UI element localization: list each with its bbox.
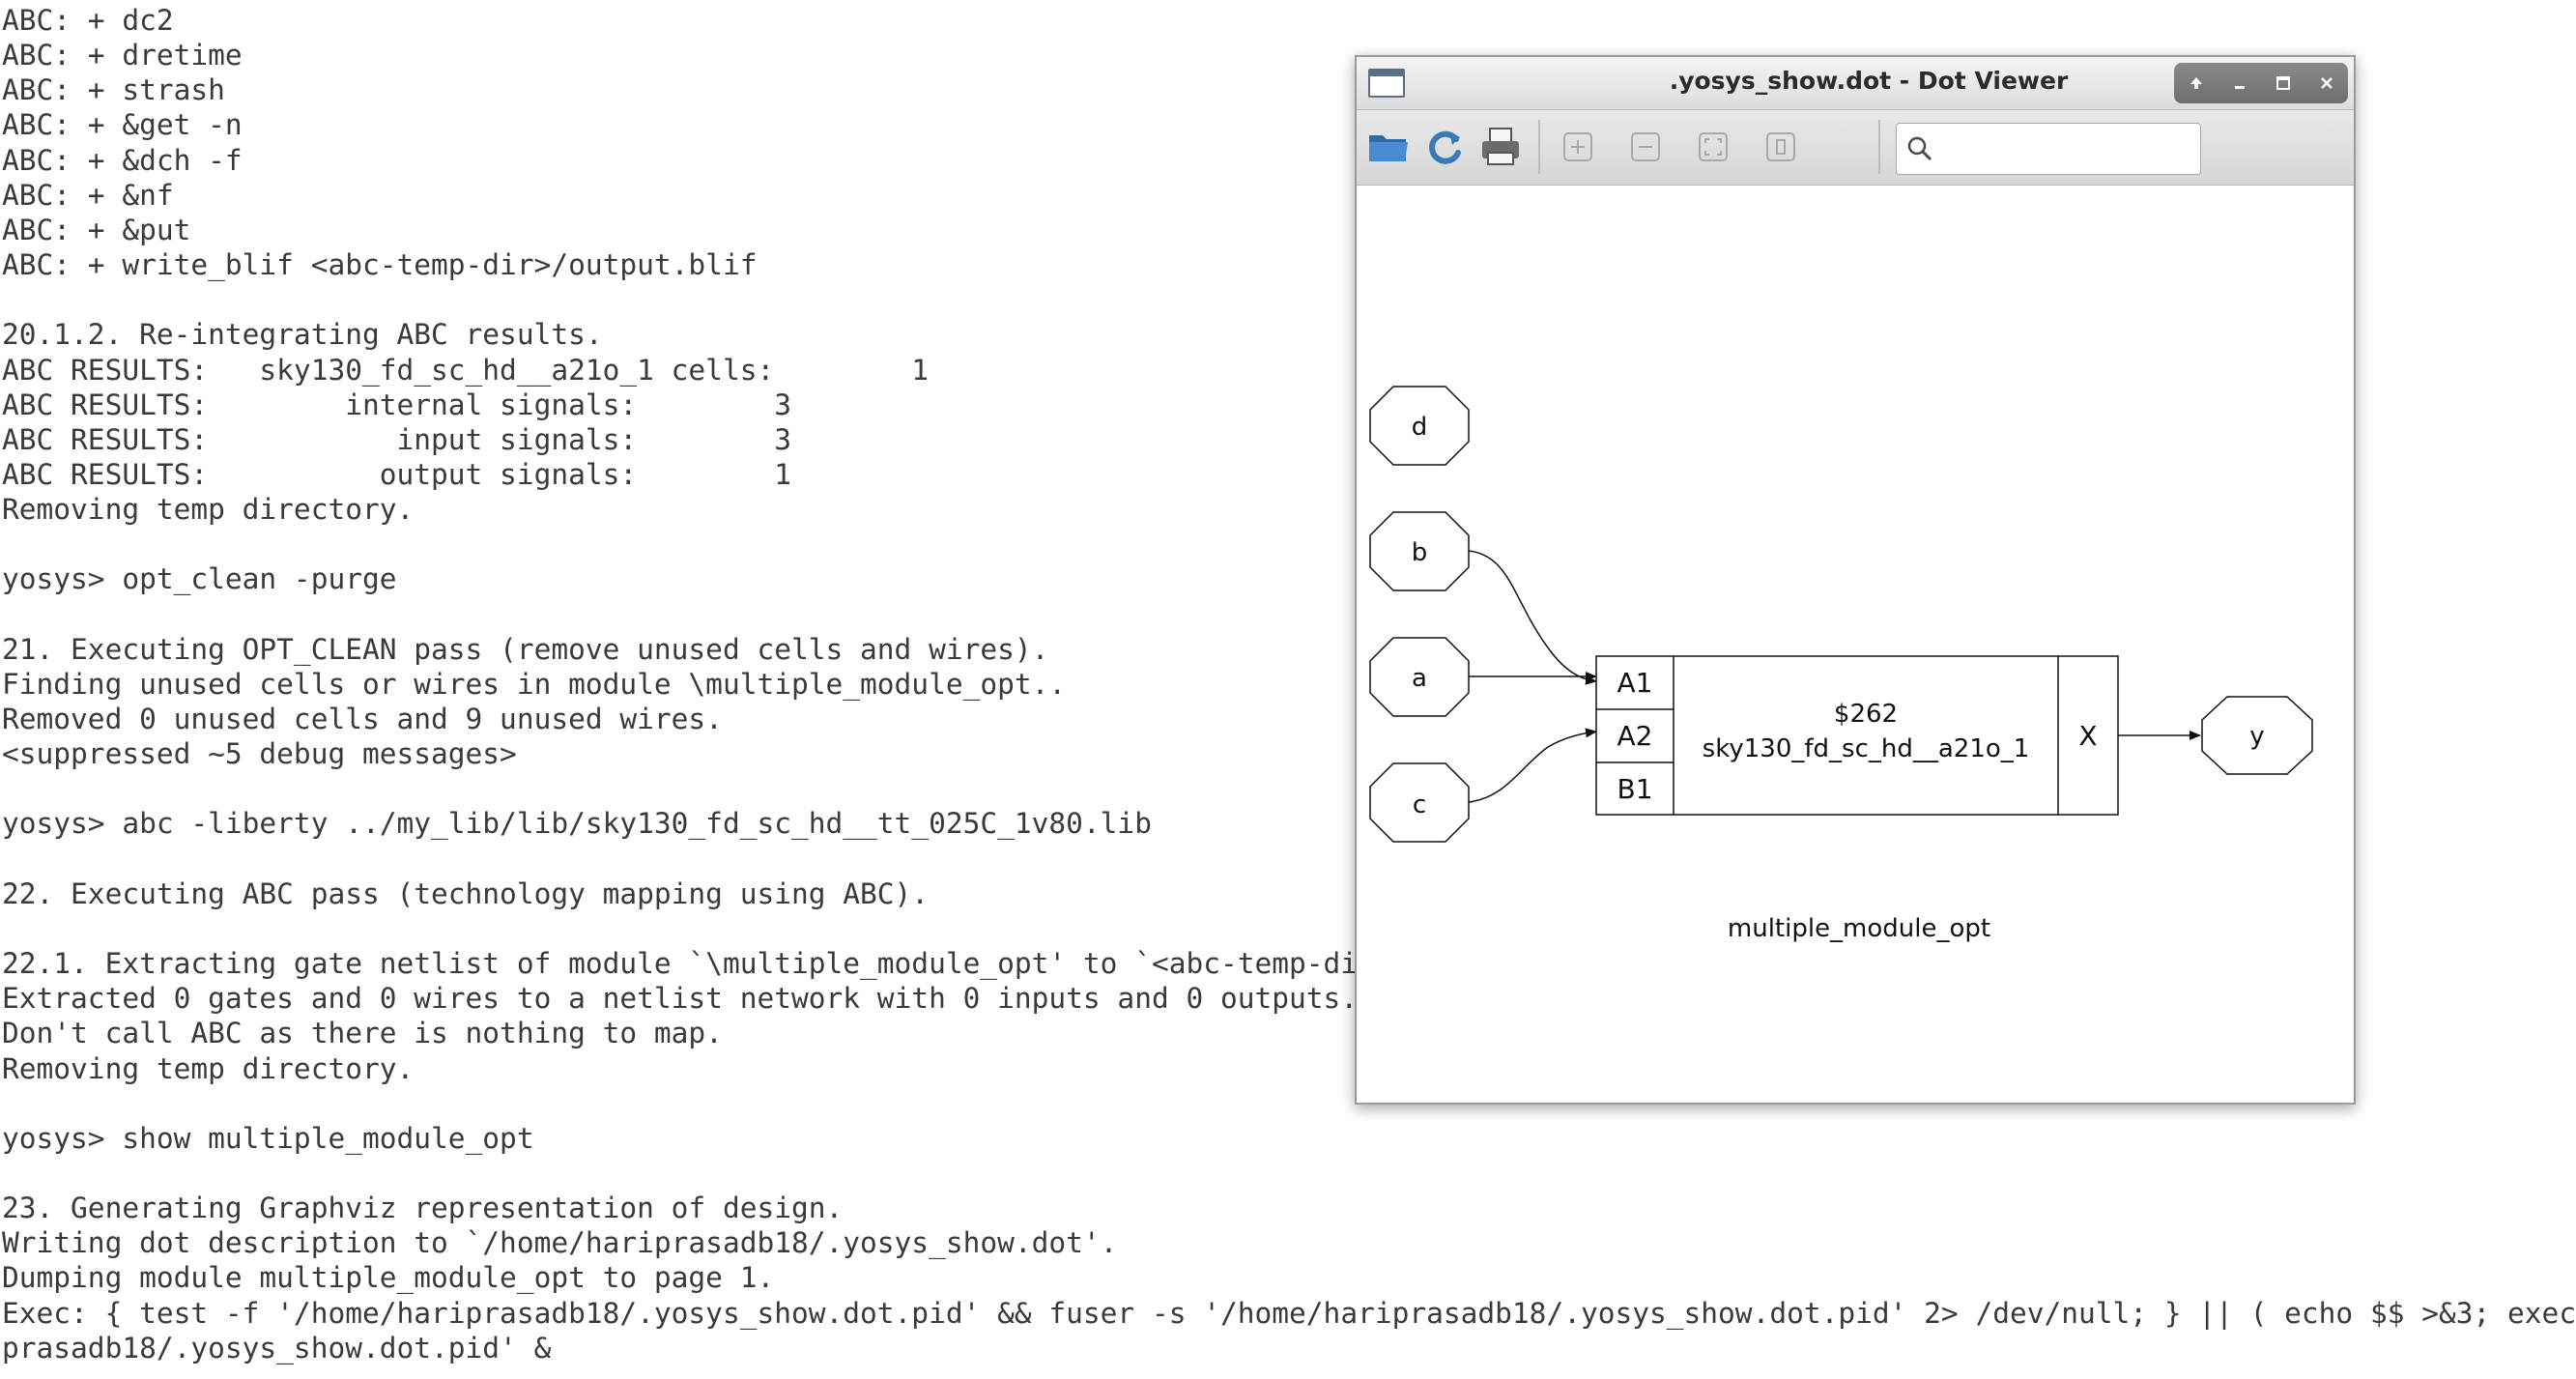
input-label-c: c (1413, 790, 1426, 819)
terminal-line: ABC: + &put (2, 213, 191, 246)
port-label-x: X (2078, 720, 2097, 752)
terminal-line: ABC: + strash (2, 73, 225, 107)
print-icon[interactable] (1476, 124, 1525, 170)
terminal-line: Extracted 0 gates and 0 wires to a netli… (2, 982, 1359, 1016)
terminal-line: ABC RESULTS: input signals: 3 (2, 422, 791, 456)
cell-id-label: $262 (1834, 700, 1898, 729)
terminal-line: yosys> abc -liberty ../my_lib/lib/sky130… (2, 807, 1152, 841)
terminal-line: ABC: + dc2 (2, 4, 174, 37)
input-node-d[interactable]: d (1369, 386, 1470, 466)
output-node-y[interactable]: y (2201, 696, 2313, 775)
input-label-d: d (1412, 413, 1428, 442)
terminal-line: ABC: + write_blif <abc-temp-dir>/output.… (2, 248, 758, 282)
window-controls (2174, 63, 2348, 103)
dot-viewer-window[interactable]: .yosys_show.dot - Dot Viewer d b a c A1 … (1355, 55, 2356, 1105)
terminal-line: Dumping module multiple_module_opt to pa… (2, 1261, 775, 1295)
open-folder-icon[interactable] (1364, 124, 1413, 170)
terminal-line: ABC RESULTS: internal signals: 3 (2, 388, 791, 421)
search-box[interactable] (1896, 123, 2201, 175)
zoom-out-icon[interactable] (1621, 124, 1670, 170)
terminal-line: 20.1.2. Re-integrating ABC results. (2, 318, 603, 352)
terminal-line: 22. Executing ABC pass (technology mappi… (2, 876, 930, 910)
terminal-line: Removing temp directory. (2, 493, 415, 527)
port-label-a1: A1 (1617, 667, 1653, 699)
input-label-b: b (1412, 538, 1428, 567)
title-bar[interactable]: .yosys_show.dot - Dot Viewer (1357, 57, 2354, 110)
terminal-line: prasadb18/.yosys_show.dot.pid' & (2, 1331, 552, 1365)
raise-icon[interactable] (2182, 69, 2211, 98)
graph-canvas[interactable]: d b a c A1 A2 B1 $262 sky130_fd_sc_hd__a… (1357, 187, 2354, 1103)
maximize-icon[interactable] (2269, 69, 2298, 98)
window-title: .yosys_show.dot - Dot Viewer (1669, 67, 2069, 95)
terminal-line: ABC: + &nf (2, 178, 174, 212)
reload-icon[interactable] (1420, 124, 1469, 170)
input-node-a[interactable]: a (1369, 637, 1470, 717)
terminal-line: ABC RESULTS: sky130_fd_sc_hd__a21o_1 cel… (2, 353, 930, 387)
window-icon[interactable] (1368, 69, 1405, 98)
terminal-line: ABC RESULTS: output signals: 1 (2, 457, 791, 491)
terminal-line: Finding unused cells or wires in module … (2, 667, 1067, 701)
edge-c-to-b1 (1468, 728, 1597, 803)
input-label-a: a (1412, 664, 1427, 693)
port-label-a2: A2 (1617, 720, 1653, 752)
edge-b-to-a1 (1468, 550, 1597, 685)
terminal-line: ABC: + &dch -f (2, 143, 243, 177)
zoom-100-icon[interactable] (1757, 124, 1805, 170)
terminal-line: Writing dot description to `/home/haripr… (2, 1226, 1118, 1260)
zoom-fit-icon[interactable] (1689, 124, 1737, 170)
minimize-icon[interactable] (2225, 69, 2254, 98)
terminal-line: Removed 0 unused cells and 9 unused wire… (2, 703, 723, 735)
cell-node[interactable]: A1 A2 B1 $262 sky130_fd_sc_hd__a21o_1 X (1595, 655, 2119, 816)
zoom-in-icon[interactable] (1554, 124, 1602, 170)
terminal-line: yosys> opt_clean -purge (2, 562, 397, 596)
cell-type-label: sky130_fd_sc_hd__a21o_1 (1703, 734, 2030, 763)
terminal-line: 23. Generating Graphviz representation o… (2, 1192, 844, 1225)
output-label-y: y (2249, 722, 2264, 751)
port-label-b1: B1 (1617, 773, 1652, 805)
terminal-line: yosys> show multiple_module_opt (2, 1121, 534, 1155)
input-node-b[interactable]: b (1369, 511, 1470, 591)
close-icon[interactable] (2312, 69, 2341, 98)
terminal-line: Don't call ABC as there is nothing to ma… (2, 1017, 723, 1050)
terminal-line: Removing temp directory. (2, 1051, 415, 1085)
terminal-line: 21. Executing OPT_CLEAN pass (remove unu… (2, 632, 1049, 666)
input-node-c[interactable]: c (1369, 762, 1470, 843)
search-input[interactable] (1941, 129, 2196, 170)
terminal-line: ABC: + &get -n (2, 108, 243, 142)
terminal-line: <suppressed ~5 debug messages> (2, 737, 517, 771)
toolbar (1357, 110, 2354, 186)
terminal-line: Exec: { test -f '/home/hariprasadb18/.yo… (2, 1296, 2576, 1330)
terminal-line: ABC: + dretime (2, 39, 243, 72)
graph-label: multiple_module_opt (1728, 914, 1990, 943)
search-icon (1906, 135, 1933, 167)
